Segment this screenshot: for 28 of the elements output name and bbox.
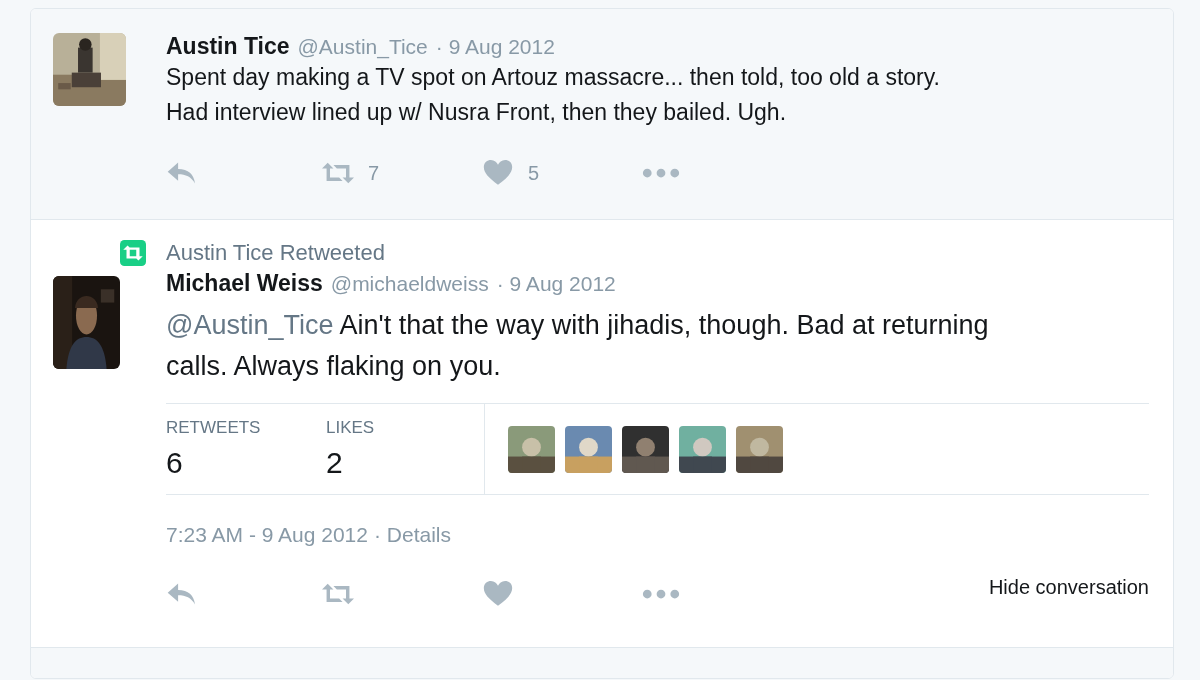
tweet-date[interactable]: · 9 Aug 2012 [496,272,616,296]
more-icon[interactable] [642,589,680,599]
tweet-text: Spent day making a TV spot on Artouz massacre... then told, too old a story. Had interview lined up w/ Nusra Front, then they bailed. Ugh. [166,63,941,127]
like-count: 5 [528,161,540,185]
author-handle[interactable]: @michaeldweiss [330,272,489,296]
author-name[interactable]: Michael Weiss [166,270,323,297]
retweet-icon[interactable] [322,160,354,186]
tweet-text: @Austin_Tice Ain't that the way with jihadis, though. Bad at returning calls. Always flaking on you. [166,309,990,383]
stat-label[interactable]: RETWEETS [166,418,326,438]
more-icon[interactable] [642,168,680,178]
author-handle[interactable]: @Austin_Tice [297,35,428,59]
hide-conversation-link[interactable]: Hide conversation [988,575,1151,599]
author-name[interactable]: Austin Tice [166,33,290,60]
retweet-icon[interactable] [322,581,354,607]
reply-icon[interactable] [166,160,198,186]
heart-icon[interactable] [482,160,514,186]
details-link[interactable]: · Details [374,523,451,547]
tweet-date[interactable]: · 9 Aug 2012 [435,35,555,59]
mention-link[interactable]: @Austin_Tice [166,310,334,340]
stat-value[interactable]: 6 [166,446,326,480]
tweet-timestamp[interactable]: 7:23 AM - 9 Aug 2012 [166,523,368,547]
retweet-context[interactable]: Austin Tice Retweeted [166,240,385,266]
retweet-icon [120,240,146,266]
stat-value[interactable]: 2 [326,446,484,480]
retweet-count: 7 [368,161,380,185]
reply-icon[interactable] [166,581,198,607]
stat-label[interactable]: LIKES [326,418,484,438]
heart-icon[interactable] [482,581,514,607]
